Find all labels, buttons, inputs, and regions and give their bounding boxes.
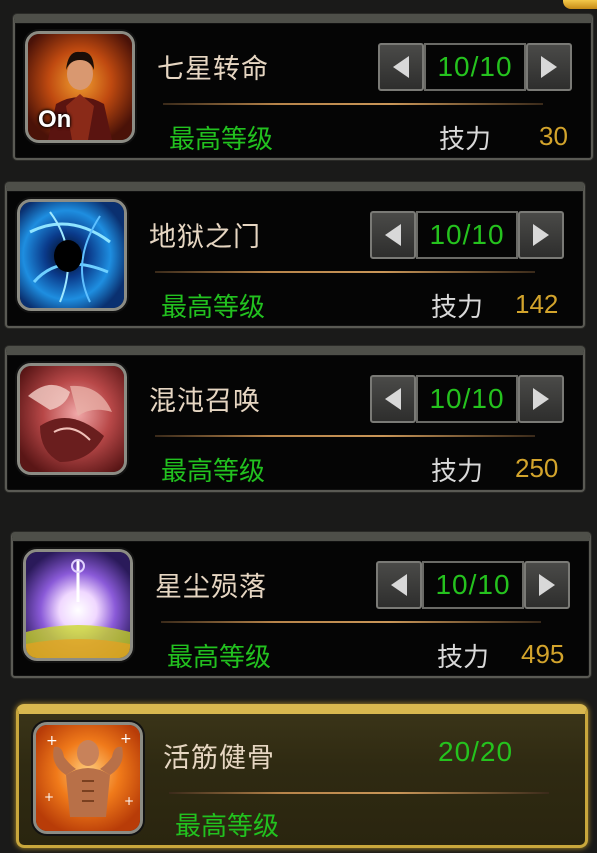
skill-cost-label: 技力 [439, 125, 492, 155]
decrease-button[interactable] [378, 43, 424, 91]
arrow-right-icon [533, 388, 549, 410]
decrease-button[interactable] [370, 375, 416, 423]
divider [169, 792, 549, 794]
level-value: 20/20 [438, 736, 514, 767]
blue-vortex-icon [17, 199, 127, 311]
max-level-label: 最高等级 [169, 125, 274, 155]
skill-card-5-selected[interactable]: + + + + 活筋健骨 20/20 最高等级 [16, 704, 588, 848]
skill-name: 地狱之门 [149, 222, 261, 253]
skill-cost-label: 技力 [431, 293, 484, 323]
red-beast-icon [17, 363, 127, 475]
max-level-label: 最高等级 [175, 812, 280, 842]
skill-name: 混沌召唤 [149, 386, 261, 417]
increase-button[interactable] [526, 43, 572, 91]
skill-name: 七星转命 [157, 54, 269, 85]
level-value: 10/10 [416, 211, 518, 259]
level-stepper: 10/10 [376, 561, 570, 609]
level-value: 10/10 [422, 561, 524, 609]
skill-card-1[interactable]: On 七星转命 10/10 最高等级 技力 30 [13, 14, 593, 160]
arrow-right-icon [539, 574, 555, 596]
increase-button[interactable] [524, 561, 570, 609]
arrow-left-icon [385, 388, 401, 410]
skill-cost-value: 142 [515, 289, 559, 319]
skill-card-2[interactable]: 地狱之门 10/10 最高等级 技力 142 [5, 182, 585, 328]
level-value: 10/10 [416, 375, 518, 423]
svg-text:+: + [46, 733, 58, 749]
max-level-label: 最高等级 [161, 457, 266, 487]
skill-cost-value: 30 [539, 121, 568, 151]
decrease-button[interactable] [370, 211, 416, 259]
max-level-label: 最高等级 [161, 293, 266, 323]
svg-text:+: + [124, 794, 134, 808]
skill-cost-value: 250 [515, 453, 559, 483]
level-stepper: 10/10 [378, 43, 572, 91]
muscle-man-icon: + + + + [33, 722, 143, 834]
divider [155, 271, 535, 273]
skill-card-4[interactable]: 星尘殒落 10/10 最高等级 技力 495 [11, 532, 591, 678]
divider [161, 621, 541, 623]
max-level-label: 最高等级 [167, 643, 272, 673]
svg-text:+: + [44, 790, 54, 804]
skill-cost-value: 495 [521, 639, 565, 669]
svg-text:+: + [120, 731, 132, 747]
skill-name: 星尘殒落 [155, 572, 267, 603]
arrow-left-icon [385, 224, 401, 246]
decrease-button[interactable] [376, 561, 422, 609]
on-badge: On [38, 106, 72, 133]
skill-name: 活筋健骨 [163, 743, 275, 774]
divider [155, 435, 535, 437]
skill-card-3[interactable]: 混沌召唤 10/10 最高等级 技力 250 [5, 346, 585, 492]
arrow-left-icon [391, 574, 407, 596]
increase-button[interactable] [518, 375, 564, 423]
arrow-right-icon [533, 224, 549, 246]
level-stepper: 10/10 [370, 211, 564, 259]
warrior-portrait-icon: On [25, 31, 135, 143]
increase-button[interactable] [518, 211, 564, 259]
arrow-left-icon [393, 56, 409, 78]
arrow-right-icon [541, 56, 557, 78]
level-stepper: 10/10 [370, 375, 564, 423]
divider [163, 103, 543, 105]
corner-badge [563, 0, 597, 9]
stardust-burst-icon [23, 549, 133, 661]
skill-cost-label: 技力 [437, 643, 490, 673]
skill-cost-label: 技力 [431, 457, 484, 487]
level-value: 10/10 [424, 43, 526, 91]
